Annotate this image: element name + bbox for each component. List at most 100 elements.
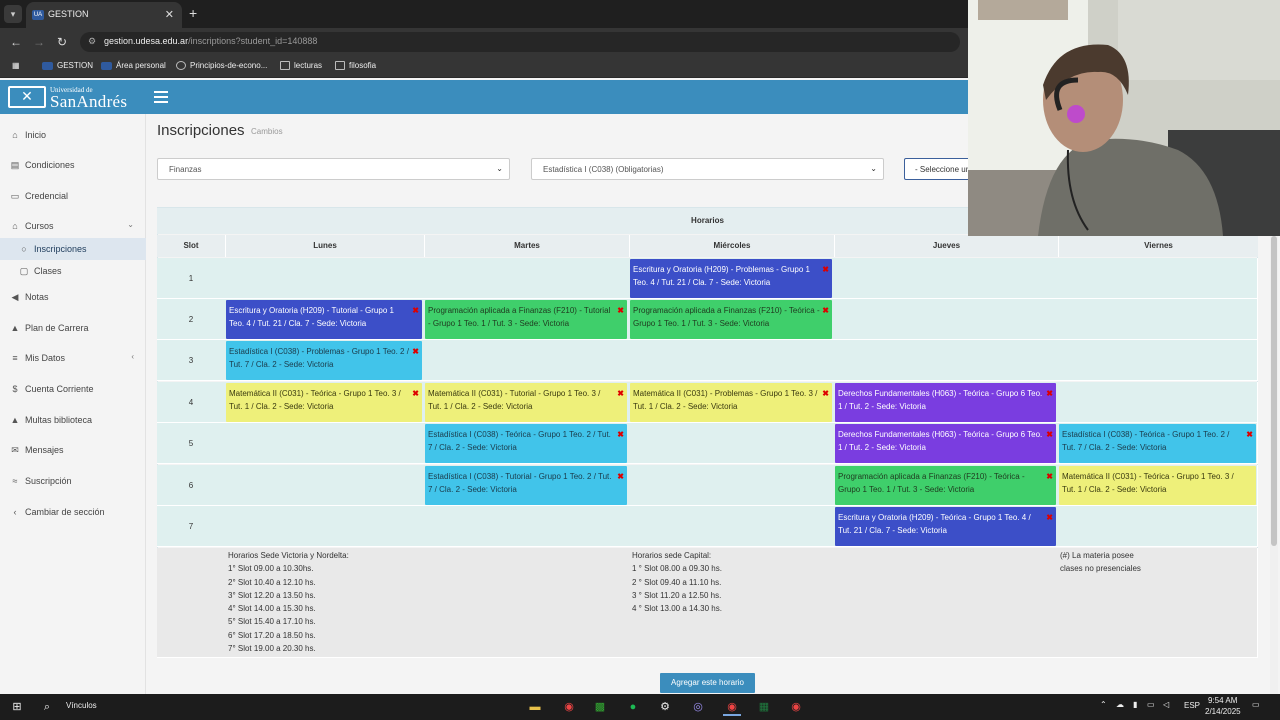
bookmark-principios[interactable]: Principios-de-econo...	[176, 61, 267, 71]
course-block[interactable]: Matemática II (C031) - Tutorial - Grupo …	[425, 383, 627, 422]
clock-date[interactable]: 2/14/2025	[1205, 707, 1241, 716]
course-block[interactable]: Programación aplicada a Finanzas (F210) …	[425, 300, 627, 339]
delete-icon[interactable]: ✖	[617, 428, 624, 441]
sidebar-item-suscripción[interactable]: ≈ Suscripción	[0, 470, 146, 492]
delete-icon[interactable]: ✖	[1246, 428, 1253, 441]
course-block[interactable]: Estadística I (C038) - Teórica - Grupo 1…	[425, 424, 627, 463]
add-schedule-button[interactable]: Agregar este horario	[660, 673, 755, 693]
course-block[interactable]: Matemática II (C031) - Problemas - Grupo…	[630, 383, 832, 422]
course-block[interactable]: Estadística I (C038) - Problemas - Grupo…	[226, 341, 422, 380]
back-arrow-icon[interactable]: ←	[10, 35, 22, 49]
slot-number: 3	[188, 356, 194, 365]
delete-icon[interactable]: ✖	[412, 387, 419, 400]
minecraft-icon[interactable]: ▩	[591, 698, 609, 716]
course-block[interactable]: Escritura y Oratoria (H209) - Problemas …	[630, 259, 832, 298]
chrome-profile-icon[interactable]: ◉	[787, 698, 805, 716]
reload-icon[interactable]: ↻	[57, 35, 67, 49]
course-block[interactable]: Matemática II (C031) - Teórica - Grupo 1…	[1059, 466, 1256, 505]
bookmark-lecturas[interactable]: lecturas	[280, 61, 322, 71]
delete-icon[interactable]: ✖	[1046, 428, 1053, 441]
sidebar-item-mis-datos[interactable]: ≡ Mis Datos ‹	[0, 347, 146, 369]
excel-icon[interactable]: ▦	[755, 698, 773, 716]
cloud-icon[interactable]: ☁	[1116, 700, 1124, 709]
course-block[interactable]: Derechos Fundamentales (H063) - Teórica …	[835, 424, 1056, 463]
course-block-text: Estadística I (C038) - Tutorial - Grupo …	[428, 472, 612, 494]
course-block-text: Estadística I (C038) - Problemas - Grupo…	[229, 347, 409, 369]
career-select[interactable]: Finanzas ⌄	[157, 158, 510, 180]
notifications-icon[interactable]: ▭	[1252, 700, 1260, 709]
new-tab-button[interactable]: +	[189, 5, 197, 21]
tray-chevron-up-icon[interactable]: ⌃	[1100, 700, 1107, 709]
sidebar-item-credencial[interactable]: ▭ Credencial	[0, 185, 146, 207]
delete-icon[interactable]: ✖	[822, 263, 829, 276]
url-field[interactable]: ⚙ gestion.udesa.edu.ar/inscriptions?stud…	[80, 32, 960, 52]
course-block[interactable]: Programación aplicada a Finanzas (F210) …	[630, 300, 832, 339]
course-block[interactable]: Derechos Fundamentales (H063) - Teórica …	[835, 383, 1056, 422]
crest-icon: ✕	[8, 86, 46, 108]
windows-start-icon[interactable]: ⊞	[8, 698, 26, 716]
delete-icon[interactable]: ✖	[1046, 511, 1053, 524]
delete-icon[interactable]: ✖	[617, 387, 624, 400]
clock-time[interactable]: 9:54 AM	[1208, 696, 1237, 705]
course-block[interactable]: Estadística I (C038) - Tutorial - Grupo …	[425, 466, 627, 505]
sidebar-item-clases[interactable]: ▢ Clases	[0, 260, 146, 282]
delete-icon[interactable]: ✖	[822, 304, 829, 317]
volume-icon[interactable]: ◁	[1163, 700, 1169, 709]
sidebar-item-notas[interactable]: ◀ Notas	[0, 286, 146, 308]
discord-icon[interactable]: ◎	[689, 698, 707, 716]
settings-gear-icon[interactable]: ⚙	[656, 698, 674, 716]
browser-tab[interactable]: UA GESTION ✕	[26, 2, 182, 28]
forward-arrow-icon[interactable]: →	[33, 35, 45, 49]
microphone-icon[interactable]: ▮	[1133, 700, 1137, 709]
course-block[interactable]: Escritura y Oratoria (H209) - Tutorial -…	[226, 300, 422, 339]
sidebar-item-plan-de-carrera[interactable]: ▲ Plan de Carrera	[0, 317, 146, 339]
course-block[interactable]: Estadística I (C038) - Teórica - Grupo 1…	[1059, 424, 1256, 463]
language-indicator[interactable]: ESP	[1184, 701, 1200, 710]
delete-icon[interactable]: ✖	[412, 345, 419, 358]
course-block[interactable]: Programación aplicada a Finanzas (F210) …	[835, 466, 1056, 505]
hamburger-menu-icon[interactable]	[154, 91, 168, 103]
delete-icon[interactable]: ✖	[617, 304, 624, 317]
delete-icon[interactable]: ✖	[822, 387, 829, 400]
course-block[interactable]: Escritura y Oratoria (H209) - Teórica - …	[835, 507, 1056, 546]
sidebar-item-cambiar-de-sección[interactable]: ‹ Cambiar de sección	[0, 501, 146, 523]
circle-icon: ○	[21, 244, 27, 254]
file-explorer-icon[interactable]: ▬	[526, 698, 544, 716]
delete-icon[interactable]: ✖	[617, 470, 624, 483]
scrollbar-thumb[interactable]	[1271, 236, 1277, 546]
sidebar-item-label: Inscripciones	[34, 244, 87, 254]
network-icon[interactable]: ▭	[1147, 700, 1155, 709]
option-select[interactable]: - Seleccione un	[904, 158, 970, 180]
sidebar-item-mensajes[interactable]: ✉ Mensajes	[0, 439, 146, 461]
delete-icon[interactable]: ✖	[1046, 387, 1053, 400]
course-block[interactable]: Matemática II (C031) - Teórica - Grupo 1…	[226, 383, 422, 422]
sidebar-item-cursos[interactable]: ⌂ Cursos ⌄	[0, 215, 146, 237]
sidebar-item-inscripciones[interactable]: ○ Inscripciones	[0, 238, 146, 260]
chrome-icon[interactable]: ◉	[560, 698, 578, 716]
bookmark-gestion[interactable]: GESTION	[42, 61, 93, 70]
spotify-icon[interactable]: ●	[624, 698, 642, 716]
taskbar-search-label[interactable]: Vínculos	[66, 701, 97, 710]
info-capital-hours: Horarios sede Capital: 1 ° Slot 08.00 a …	[632, 551, 722, 614]
sidebar-item-cuenta-corriente[interactable]: $ Cuenta Corriente	[0, 378, 146, 400]
delete-icon[interactable]: ✖	[412, 304, 419, 317]
site-info-icon[interactable]: ⚙	[88, 36, 96, 47]
close-tab-icon[interactable]: ✕	[165, 8, 174, 21]
course-block-text: Matemática II (C031) - Teórica - Grupo 1…	[1062, 472, 1234, 494]
delete-icon[interactable]: ✖	[1046, 470, 1053, 483]
search-icon[interactable]: ⌕	[38, 698, 56, 716]
page-scrollbar[interactable]	[1270, 236, 1278, 694]
sidebar-item-condiciones[interactable]: ▤ Condiciones	[0, 154, 146, 176]
tab-search-button[interactable]: ▾	[4, 5, 22, 23]
subject-select[interactable]: Estadística I (C038) (Obligatorias) ⌄	[531, 158, 884, 180]
bookmark-area-personal[interactable]: Área personal	[101, 61, 166, 70]
bookmark-filosofia[interactable]: filosofia	[335, 61, 376, 71]
apps-grid-icon[interactable]: ▦	[12, 61, 20, 70]
url-host: gestion.udesa.edu.ar	[104, 36, 189, 46]
chrome-active-icon[interactable]: ◉	[723, 698, 741, 716]
sidebar-item-multas-biblioteca[interactable]: ▲ Multas biblioteca	[0, 409, 146, 431]
bank-icon: ⌂	[12, 221, 18, 231]
page-title: Inscripciones	[157, 122, 245, 139]
udesa-logo[interactable]: ✕ Universidad de SanAndrés	[8, 84, 143, 111]
sidebar-item-inicio[interactable]: ⌂ Inicio	[0, 124, 146, 146]
